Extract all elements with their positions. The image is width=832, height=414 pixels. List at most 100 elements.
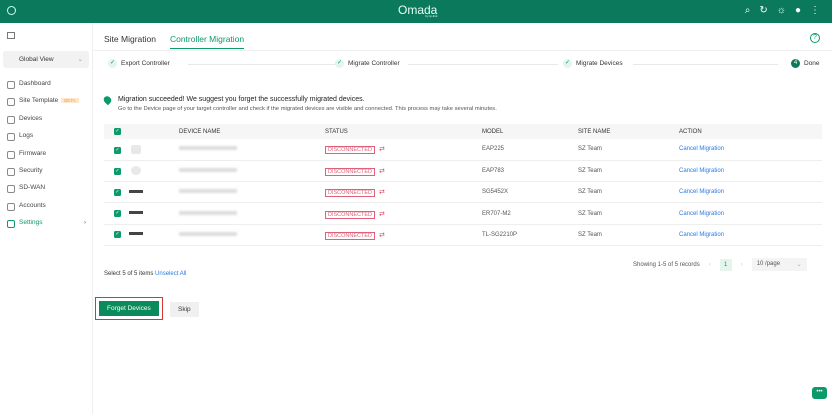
sidebar-item-settings[interactable]: Settings › — [0, 215, 93, 232]
sidebar-item-devices[interactable]: Devices — [0, 111, 93, 128]
table-row: ✓ DISCONNECTED ⇄ TL-SG2210P SZ Team Cance… — [104, 224, 822, 246]
column-header: STATUS — [325, 124, 482, 139]
device-name-blurred — [179, 231, 237, 236]
skip-button[interactable]: Skip — [170, 302, 199, 317]
status-badge: DISCONNECTED — [325, 210, 376, 219]
sidebar-item-firmware[interactable]: Firmware — [0, 146, 93, 163]
next-page-icon[interactable]: › — [741, 262, 743, 268]
device-image — [129, 232, 143, 236]
chevron-right-icon: › — [83, 219, 86, 227]
site-cell: SZ Team — [578, 160, 679, 183]
theme-icon[interactable]: ☼ — [777, 6, 786, 16]
top-bar: Omada by tp-link ⌕ ↻ ☼ ● ⋮ — [0, 0, 832, 23]
column-header: MODEL — [482, 124, 578, 139]
prev-page-icon[interactable]: ‹ — [709, 262, 711, 268]
device-image — [129, 189, 143, 193]
sidebar-item-site-template[interactable]: Site Template BETA — [0, 93, 93, 110]
model-cell: TL-SG2210P — [482, 224, 578, 246]
sidebar-item-label: Settings — [19, 219, 43, 227]
tab-site-migration[interactable]: Site Migration — [104, 34, 156, 49]
forget-devices-button[interactable]: Forget Devices — [99, 301, 159, 316]
tab-controller-migration[interactable]: Controller Migration — [169, 34, 245, 49]
table-row: ✓ DISCONNECTED ⇄ ER707-M2 SZ Team Cancel … — [104, 202, 822, 225]
site-cell: SZ Team — [578, 224, 679, 246]
column-header: ACTION — [679, 124, 822, 139]
device-name-blurred — [179, 210, 237, 215]
selection-text: Select 5 of 5 items — [104, 271, 154, 277]
model-cell: SG5452X — [482, 181, 578, 204]
sidebar: Global View ⌄ Dashboard Site Template BETA… — [0, 23, 93, 414]
page-1-button[interactable]: 1 — [719, 258, 732, 271]
check-icon: ✓ — [563, 59, 572, 68]
stepper: ✓ Export Controller ✓ Migrate Controller ✓… — [108, 59, 822, 71]
success-icon — [102, 94, 113, 106]
cancel-migration-link[interactable]: Cancel Migration — [679, 189, 724, 195]
more-icon[interactable]: ⋮ — [810, 6, 820, 16]
step-migrate-devices: ✓ Migrate Devices — [563, 59, 623, 68]
pagination: Showing 1-5 of 5 records ‹ 1 › 10 /page ⌄ — [633, 258, 807, 271]
step-label: Migrate Controller — [348, 60, 400, 67]
devices-table: ✓ DEVICE NAME STATUS MODEL SITE NAME ACT… — [104, 124, 822, 246]
selection-summary: Select 5 of 5 items Unselect All — [104, 271, 186, 277]
avatar-icon[interactable]: ● — [795, 6, 801, 16]
sidebar-item-accounts[interactable]: Accounts — [0, 198, 93, 215]
model-cell: EAP225 — [482, 139, 578, 161]
row-checkbox[interactable]: ✓ — [114, 146, 121, 154]
sidebar-item-dashboard[interactable]: Dashboard — [0, 76, 93, 93]
model-cell: ER707-M2 — [482, 202, 578, 225]
table-row: ✓ DISCONNECTED ⇄ SG5452X SZ Team Cancel M… — [104, 181, 822, 204]
forget-highlight: Forget Devices — [95, 297, 163, 320]
unselect-all-link[interactable]: Unselect All — [155, 271, 186, 277]
page-size-value: 10 /page — [756, 261, 781, 267]
chat-icon[interactable]: ••• — [812, 387, 827, 399]
device-image — [131, 166, 141, 176]
sidebar-item-sd-wan[interactable]: SD-WAN — [0, 180, 93, 197]
step-migrate-controller: ✓ Migrate Controller — [335, 59, 400, 68]
cancel-migration-link[interactable]: Cancel Migration — [679, 232, 724, 238]
page-size-select[interactable]: 10 /page ⌄ — [751, 258, 807, 271]
device-image — [129, 210, 143, 214]
device-image — [131, 144, 141, 154]
help-icon[interactable]: ? — [810, 33, 820, 43]
migration-icon: ⇄ — [379, 231, 385, 239]
cancel-migration-link[interactable]: Cancel Migration — [679, 211, 724, 217]
chevron-down-icon: ⌄ — [796, 262, 802, 268]
migration-icon: ⇄ — [379, 146, 385, 154]
message-detail: Go to the Device page of your target con… — [118, 106, 497, 112]
row-checkbox[interactable]: ✓ — [114, 168, 121, 176]
cancel-migration-link[interactable]: Cancel Migration — [679, 146, 724, 152]
success-message: Migration succeeded! We suggest you forg… — [102, 94, 497, 112]
model-cell: EAP783 — [482, 160, 578, 183]
step-number: 4 — [791, 59, 800, 68]
collapse-sidebar-icon[interactable] — [7, 32, 15, 39]
sidebar-item-security[interactable]: Security — [0, 163, 93, 180]
beta-badge: BETA — [61, 98, 79, 104]
divider — [94, 50, 832, 51]
globe-icon[interactable] — [7, 6, 16, 15]
status-badge: DISCONNECTED — [325, 231, 376, 240]
row-checkbox[interactable]: ✓ — [114, 231, 121, 239]
refresh-icon[interactable]: ↻ — [759, 6, 767, 16]
column-header: SITE NAME — [578, 124, 679, 139]
cancel-migration-link[interactable]: Cancel Migration — [679, 168, 724, 174]
select-all-checkbox[interactable]: ✓ — [114, 128, 121, 135]
records-summary: Showing 1-5 of 5 records — [633, 261, 700, 268]
sidebar-item-logs[interactable]: Logs — [0, 128, 93, 145]
status-badge: DISCONNECTED — [325, 189, 376, 198]
site-selector[interactable]: Global View ⌄ — [3, 51, 89, 68]
chevron-down-icon: ⌄ — [77, 56, 83, 63]
search-icon[interactable]: ⌕ — [745, 6, 751, 16]
row-checkbox[interactable]: ✓ — [114, 188, 121, 196]
migration-icon: ⇄ — [379, 167, 385, 175]
message-title: Migration succeeded! We suggest you forg… — [118, 96, 365, 103]
step-label: Migrate Devices — [576, 60, 623, 67]
device-name-blurred — [179, 146, 237, 151]
check-icon: ✓ — [108, 59, 117, 68]
row-checkbox[interactable]: ✓ — [114, 210, 121, 218]
migration-icon: ⇄ — [379, 189, 385, 197]
status-badge: DISCONNECTED — [325, 167, 376, 176]
step-done: 4 Done — [791, 59, 820, 68]
step-label: Export Controller — [121, 60, 170, 67]
table-row: ✓ DISCONNECTED ⇄ EAP783 SZ Team Cancel Mi… — [104, 160, 822, 183]
site-cell: SZ Team — [578, 139, 679, 161]
